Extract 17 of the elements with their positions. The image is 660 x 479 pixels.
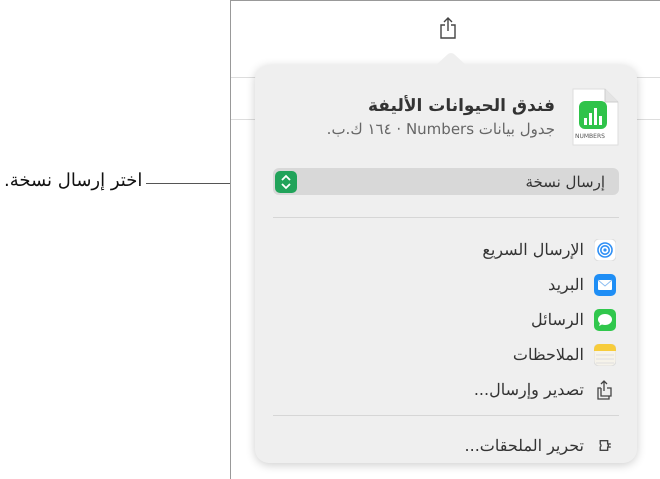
document-subtitle: جدول بيانات Numbers · ١٦٤ ك.ب. (326, 120, 555, 138)
send-option-dropdown[interactable]: إرسال نسخة (273, 168, 619, 195)
share-option[interactable]: الملاحظات (273, 337, 619, 372)
notepad-icon (594, 344, 616, 366)
document-title: فندق الحيوانات الأليفة (366, 96, 555, 116)
edit-extensions-option[interactable]: تحرير الملحقات... (273, 428, 619, 463)
stepper-icon (275, 170, 297, 192)
share-option[interactable]: الإرسال السريع (273, 232, 619, 267)
share-option[interactable]: الرسائل (273, 302, 619, 337)
callout-text: اختر إرسال نسخة. (3, 170, 142, 191)
share-option[interactable]: تصدير وإرسال... (273, 372, 619, 407)
share-option[interactable]: البريد (273, 267, 619, 302)
extension-icon (598, 440, 612, 451)
share-icon[interactable] (439, 16, 457, 40)
airdrop-icon (594, 238, 616, 260)
envelope-icon (594, 274, 616, 296)
chat-bubble-icon (594, 308, 616, 330)
